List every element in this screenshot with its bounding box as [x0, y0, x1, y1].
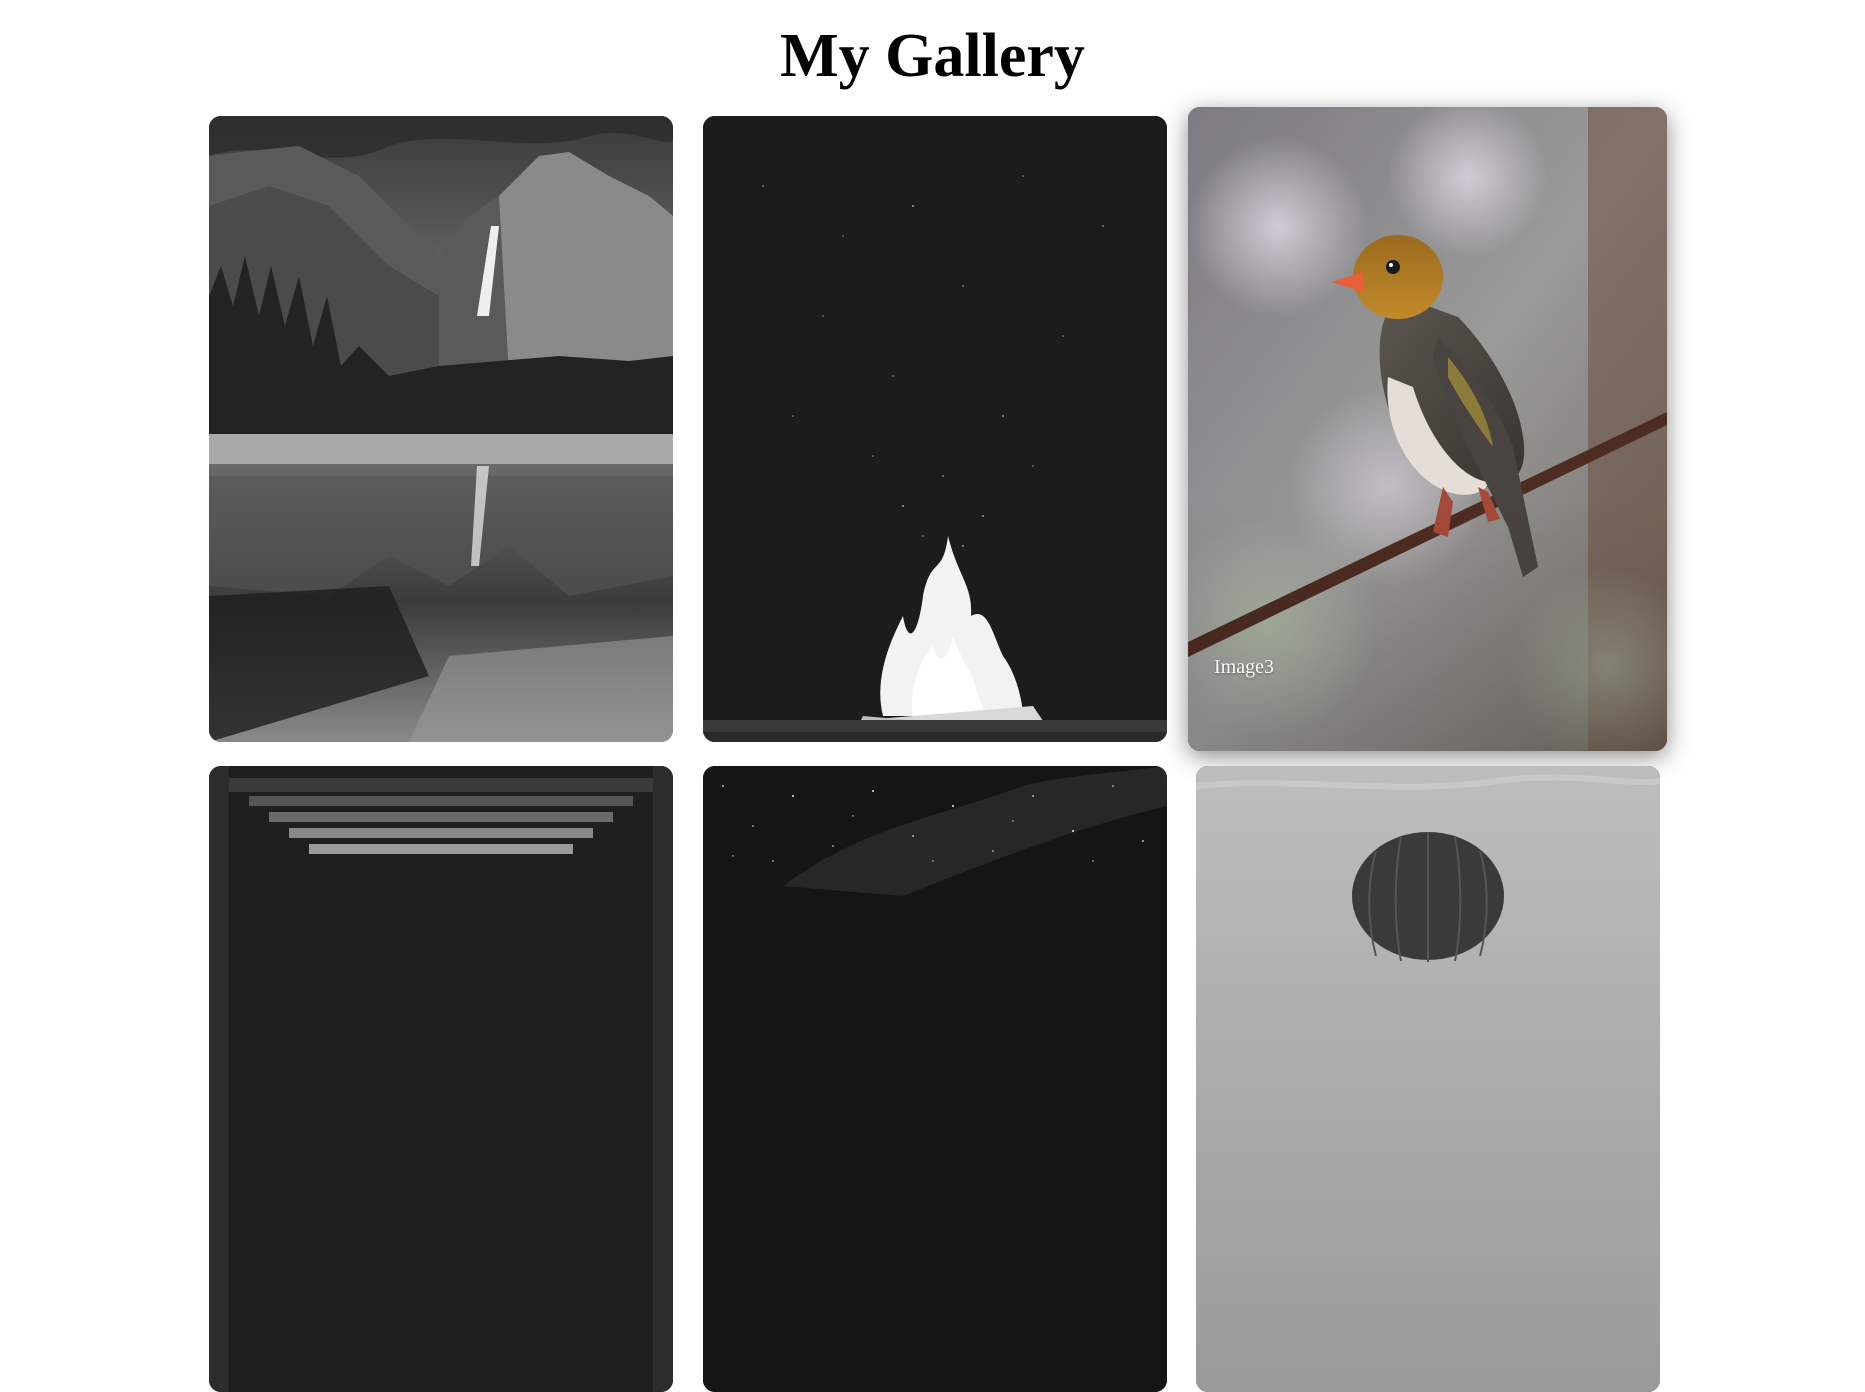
image-gallery: Image3 — [0, 0, 1865, 1392]
starry-sky-image — [703, 766, 1167, 1392]
gallery-card-image2[interactable] — [703, 116, 1167, 742]
hover-overlay — [1188, 107, 1667, 751]
gallery-card-image4[interactable] — [209, 766, 673, 1392]
gallery-card-image3[interactable]: Image3 — [1188, 107, 1667, 751]
gallery-card-image5[interactable] — [703, 766, 1167, 1392]
image-caption: Image3 — [1214, 656, 1274, 678]
gallery-card-image1[interactable] — [209, 116, 673, 742]
campfire-image — [703, 116, 1167, 742]
waterfall-image — [209, 116, 673, 742]
balloon-image — [1196, 766, 1660, 1392]
corridor-image — [209, 766, 673, 1392]
gallery-card-image6[interactable] — [1196, 766, 1660, 1392]
